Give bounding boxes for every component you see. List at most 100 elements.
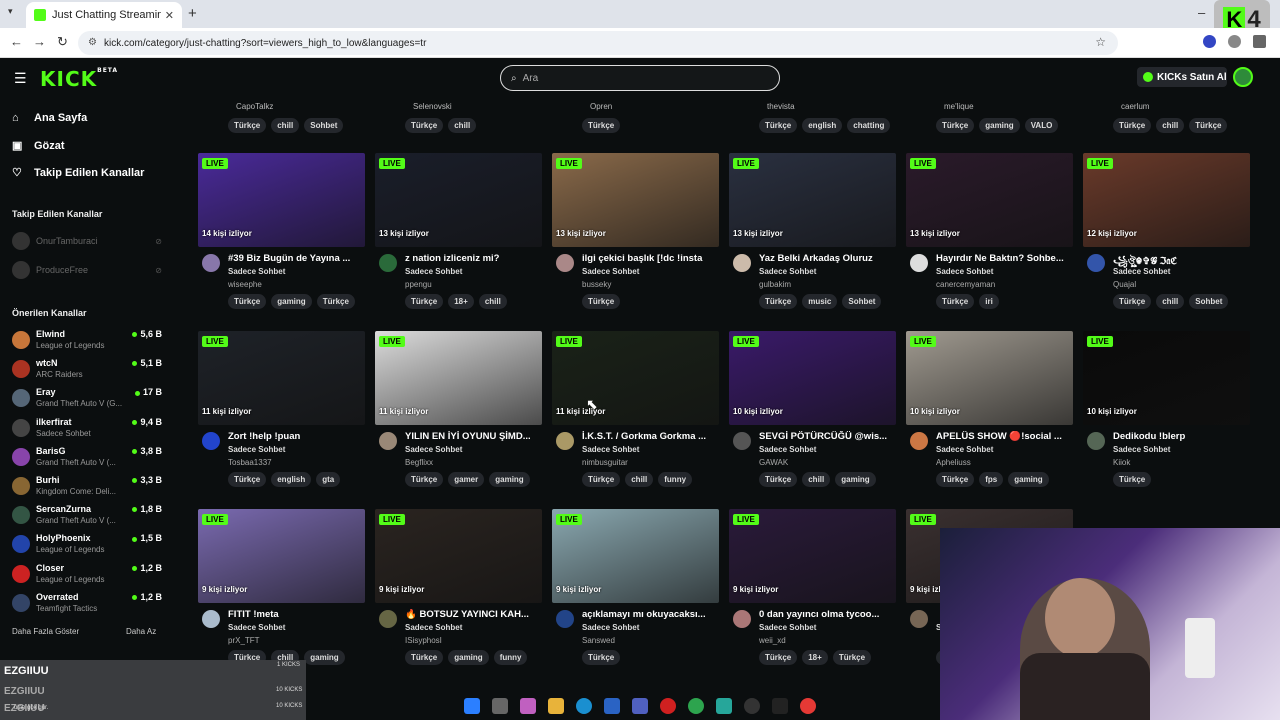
stream-thumbnail[interactable]: LIVE 13 kişi izliyor [906,153,1073,247]
stream-category[interactable]: Sadece Sohbet [405,267,462,276]
avatar[interactable] [910,432,928,450]
channel-name[interactable]: GAWAK [759,458,788,467]
tag[interactable]: Türkçe [405,650,444,665]
avatar[interactable] [202,432,220,450]
menu-icon[interactable]: ☰ [14,70,27,87]
stream-thumbnail[interactable]: LIVE 13 kişi izliyor [729,153,896,247]
recommended-channel[interactable]: Elwind League of Legends 5,6 B [12,329,162,358]
nav-following[interactable]: ♡ Takip Edilen Kanallar [12,166,144,180]
stream-title[interactable]: Hayırdır Ne Baktın? Sohbe... [936,253,1071,264]
channel-name[interactable]: canercemyaman [936,280,995,289]
tag[interactable]: fps [979,472,1004,487]
recommended-channel[interactable]: BarisG Grand Theft Auto V (... 3,8 B [12,446,162,475]
address-bar[interactable]: ⚙ kick.com/category/just-chatting?sort=v… [78,31,1118,55]
recommended-channel[interactable]: Burhi Kingdom Come: Deli... 3,3 B [12,475,162,504]
stream-title[interactable]: Dedikodu !blerp [1113,431,1248,442]
channel-name[interactable]: Opren [590,102,612,111]
recommended-channel[interactable]: wtcN ARC Raiders 5,1 B [12,358,162,387]
stream-category[interactable]: Sadece Sohbet [582,623,639,632]
avatar[interactable] [556,254,574,272]
tag[interactable]: Türkçe [405,472,444,487]
recommended-channel[interactable]: Closer League of Legends 1,2 B [12,563,162,592]
channel-name[interactable]: Selenovski [413,102,452,111]
tag[interactable]: Türkçe [936,118,975,133]
tag[interactable]: chatting [847,118,891,133]
tag[interactable]: gaming [835,472,876,487]
stream-title[interactable]: #39 Biz Bugün de Yayına ... [228,253,363,264]
channel-name[interactable]: Apheliuss [936,458,971,467]
avatar[interactable] [556,610,574,628]
recommended-channel[interactable]: ilkerfirat Sadece Sohbet 9,4 B [12,417,162,446]
stream-thumbnail[interactable]: LIVE 13 kişi izliyor [552,153,719,247]
site-info-icon[interactable]: ⚙ [88,37,97,48]
forward-icon[interactable]: → [33,34,46,49]
stream-thumbnail[interactable]: LIVE 14 kişi izliyor [198,153,365,247]
stream-title[interactable]: 0 dan yayıncı olma tycoo... [759,609,894,620]
app-icon[interactable] [716,698,732,714]
stream-title[interactable]: YILIN EN İYİ OYUNU ŞİMD... [405,431,540,442]
stream-title[interactable]: SEVGİ PÖTÜRCÜĞÜ @wis... [759,431,894,442]
chrome-profile-icon[interactable] [800,698,816,714]
avatar[interactable] [733,610,751,628]
show-less-link[interactable]: Daha Az [126,627,156,636]
stream-title[interactable]: APELÜS SHOW 🔴!social ... [936,431,1071,442]
channel-name[interactable]: Sanswed [582,636,615,645]
extension-icon[interactable] [1203,35,1216,48]
tag[interactable]: Türkçe [759,650,798,665]
channel-name[interactable]: Quajal [1113,280,1136,289]
search-input[interactable]: ⌕ Ara [500,65,780,91]
tag[interactable]: Sohbet [842,294,882,309]
stream-thumbnail[interactable]: LIVE 11 kişi izliyor [552,331,719,425]
channel-name[interactable]: weii_xd [759,636,786,645]
stream-thumbnail[interactable]: LIVE 10 kişi izliyor [1083,331,1250,425]
tag[interactable]: Türkçe [228,294,267,309]
avatar[interactable] [733,432,751,450]
edge-icon[interactable] [576,698,592,714]
stream-thumbnail[interactable]: LIVE 10 kişi izliyor [906,331,1073,425]
avatar[interactable] [202,254,220,272]
kick-logo[interactable]: KICKBETA [40,67,118,91]
reload-icon[interactable]: ↻ [57,34,68,50]
browser-tab[interactable]: Just Chatting Streaming - Live S ✕ [26,2,182,28]
recommended-channel[interactable]: Eray Grand Theft Auto V (G... 17 B [12,387,162,416]
tag[interactable]: Sohbet [304,118,344,133]
followed-channel[interactable]: OnurTamburaci ⊘ [12,232,162,250]
new-tab-icon[interactable]: + [188,5,197,22]
tag[interactable]: Türkçe [228,118,267,133]
tag[interactable]: gaming [489,472,530,487]
tag[interactable]: chill [1156,118,1185,133]
recommended-channel[interactable]: Overrated Teamfight Tactics 1,2 B [12,592,162,621]
stream-category[interactable]: Sadece Sohbet [1113,445,1170,454]
stream-title[interactable]: ilgi çekici başlık [!dc !insta [582,253,717,264]
tag[interactable]: Türkçe [1189,118,1228,133]
task-view-icon[interactable] [492,698,508,714]
stream-thumbnail[interactable]: LIVE 9 kişi izliyor [729,509,896,603]
tag[interactable]: Sohbet [1189,294,1229,309]
channel-name[interactable]: gulbakim [759,280,791,289]
stream-thumbnail[interactable]: LIVE 9 kişi izliyor [198,509,365,603]
avatar[interactable] [910,610,928,628]
followed-channel[interactable]: ProduceFree ⊘ [12,261,162,279]
recommended-channel[interactable]: SercanZurna Grand Theft Auto V (... 1,8 B [12,504,162,533]
tag[interactable]: Türkçe [759,472,798,487]
tag[interactable]: chill [625,472,654,487]
channel-name[interactable]: ppengu [405,280,432,289]
channel-name[interactable]: caerlum [1121,102,1149,111]
avatar[interactable] [556,432,574,450]
chrome-icon[interactable] [688,698,704,714]
recommended-channel[interactable]: HolyPhoenix League of Legends 1,5 B [12,533,162,562]
tag[interactable]: chill [271,118,300,133]
stream-category[interactable]: Sadece Sohbet [759,623,816,632]
avatar[interactable] [379,254,397,272]
show-more-link[interactable]: Daha Fazla Göster [12,627,79,636]
stream-title[interactable]: açıklamayı mı okuyacaksı... [582,609,717,620]
tag[interactable]: english [271,472,312,487]
stream-category[interactable]: Sadece Sohbet [228,623,285,632]
tag[interactable]: chill [1156,294,1185,309]
stream-title[interactable]: z nation izliceniz mi? [405,253,540,264]
avatar[interactable] [1087,254,1105,272]
app-icon[interactable] [632,698,648,714]
tag[interactable]: Türkçe [316,294,355,309]
tag[interactable]: Türkçe [759,294,798,309]
stream-title[interactable]: İ.K.S.T. / Gorkma Gorkma ... [582,431,717,442]
